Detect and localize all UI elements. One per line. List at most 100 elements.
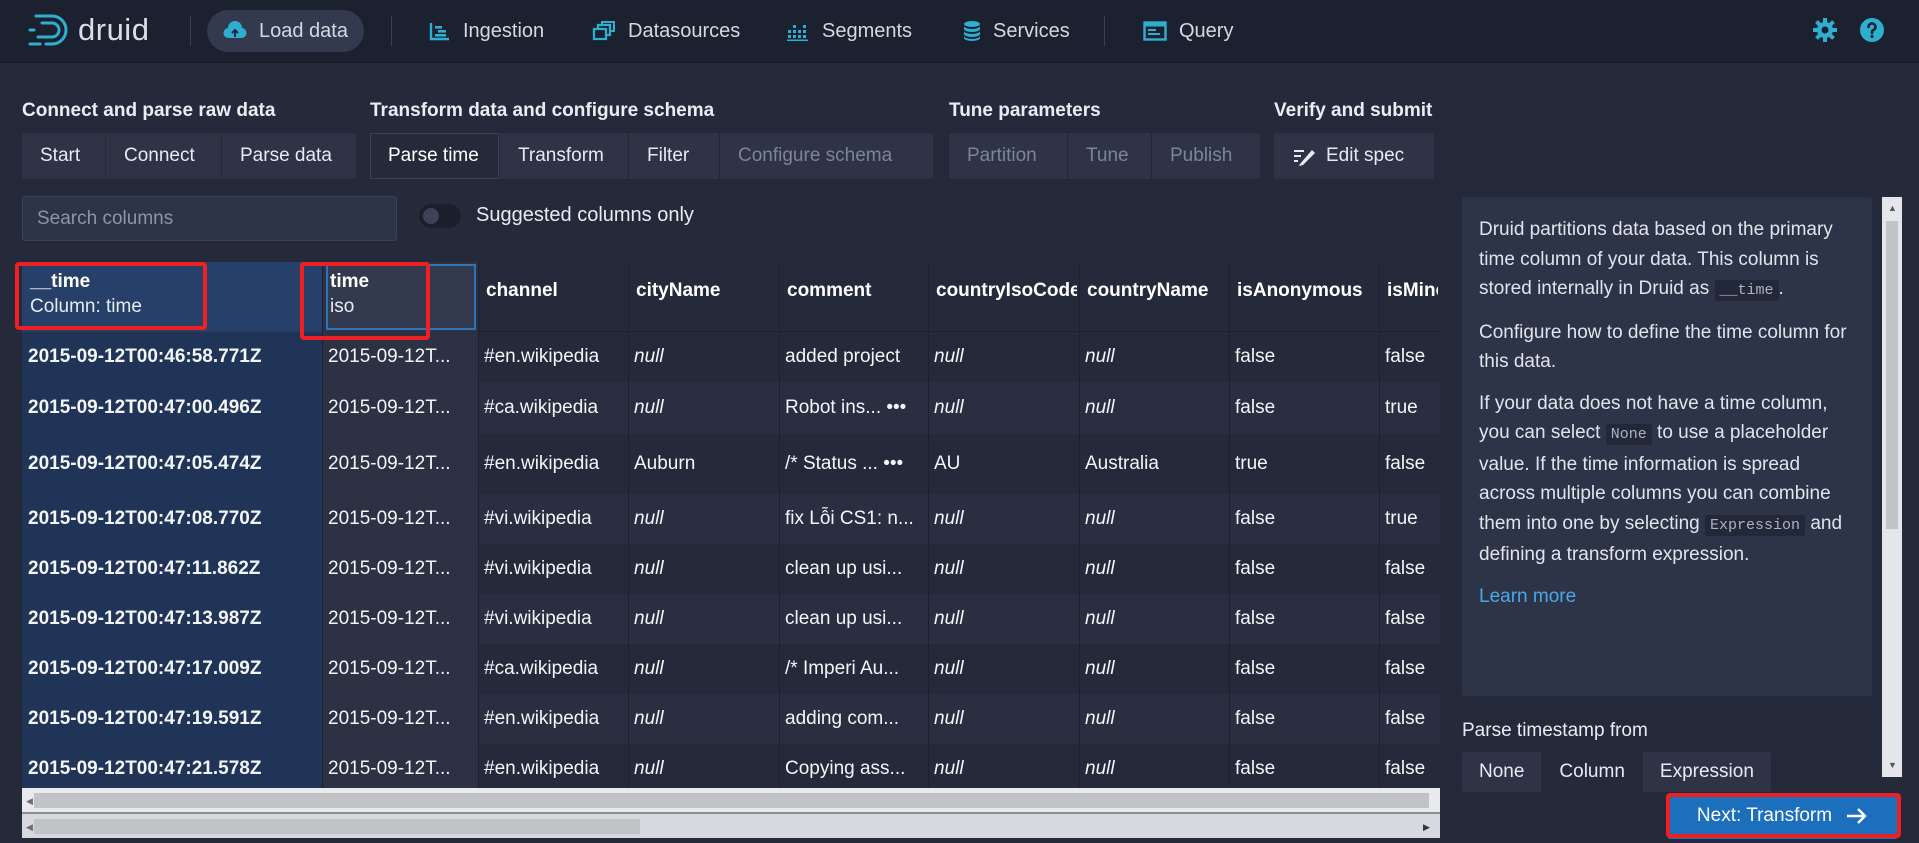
table-cell[interactable]: false (1229, 594, 1379, 644)
table-cell[interactable]: 2015-09-12T... (322, 694, 478, 744)
table-cell[interactable]: #ca.wikipedia (478, 644, 628, 694)
help-icon[interactable] (1859, 17, 1885, 43)
step-partition[interactable]: Partition (949, 133, 1068, 179)
table-cell[interactable]: 2015-09-12T... (322, 594, 478, 644)
scroll-thumb-upper[interactable] (34, 793, 1429, 808)
table-cell[interactable]: null (928, 494, 1079, 544)
table-cell[interactable]: false (1229, 644, 1379, 694)
table-cell[interactable]: null (628, 332, 779, 382)
table-cell[interactable]: null (928, 594, 1079, 644)
table-cell[interactable]: 2015-09-12T00:47:05.474Z (22, 434, 322, 494)
table-cell[interactable]: true (1229, 434, 1379, 494)
step-filter[interactable]: Filter (629, 133, 720, 179)
table-cell[interactable]: 2015-09-12T... (322, 382, 478, 434)
table-cell[interactable]: null (928, 644, 1079, 694)
parse-from-none-button[interactable]: None (1462, 752, 1543, 792)
table-cell[interactable]: false (1379, 594, 1440, 644)
step-start[interactable]: Start (22, 133, 106, 179)
nav-ingestion[interactable]: Ingestion (413, 10, 560, 52)
horizontal-scrollbar[interactable]: ◀ ◀ ▶ (22, 788, 1440, 838)
table-cell[interactable]: true (1379, 494, 1440, 544)
column-header-time[interactable]: time (324, 268, 476, 296)
table-cell[interactable]: null (1079, 544, 1229, 594)
suggested-columns-toggle[interactable] (419, 204, 461, 228)
parse-from-column-button[interactable]: Column (1542, 752, 1643, 792)
table-cell[interactable]: Robot ins... ••• (779, 382, 928, 434)
scroll-right-arrow-icon[interactable]: ▶ (1423, 822, 1430, 833)
table-cell[interactable]: false (1229, 694, 1379, 744)
table-cell[interactable]: 2015-09-12T00:47:13.987Z (22, 594, 322, 644)
table-cell[interactable]: null (928, 694, 1079, 744)
table-cell[interactable]: null (1079, 644, 1229, 694)
table-cell[interactable]: #vi.wikipedia (478, 544, 628, 594)
table-cell[interactable]: 2015-09-12T... (322, 494, 478, 544)
table-cell[interactable]: null (1079, 694, 1229, 744)
table-cell[interactable]: Copying ass... (779, 744, 928, 788)
learn-more-link[interactable]: Learn more (1479, 586, 1576, 607)
table-cell[interactable]: false (1379, 544, 1440, 594)
nav-load-data[interactable]: Load data (207, 10, 364, 52)
table-cell[interactable]: null (1079, 382, 1229, 434)
table-cell[interactable]: #en.wikipedia (478, 744, 628, 788)
step-transform[interactable]: Transform (500, 133, 629, 179)
next-transform-button[interactable]: Next: Transform (1668, 793, 1897, 839)
table-cell[interactable]: null (1079, 744, 1229, 788)
column-header-countryIsoCode[interactable]: countryIsoCode (930, 271, 1077, 311)
table-cell[interactable]: /* Status ... ••• (779, 434, 928, 494)
table-cell[interactable]: 2015-09-12T... (322, 644, 478, 694)
step-configure-schema[interactable]: Configure schema (720, 133, 933, 179)
nav-query[interactable]: Query (1127, 10, 1249, 52)
table-cell[interactable]: clean up usi... (779, 594, 928, 644)
table-cell[interactable]: null (1079, 594, 1229, 644)
table-cell[interactable]: adding com... (779, 694, 928, 744)
step-connect[interactable]: Connect (106, 133, 222, 179)
table-cell[interactable]: null (928, 382, 1079, 434)
table-cell[interactable]: null (928, 744, 1079, 788)
table-cell[interactable]: #en.wikipedia (478, 694, 628, 744)
table-cell[interactable]: false (1229, 382, 1379, 434)
table-cell[interactable]: null (628, 494, 779, 544)
column-header-countryName[interactable]: countryName (1081, 271, 1227, 311)
table-cell[interactable]: null (928, 332, 1079, 382)
table-cell[interactable]: false (1229, 544, 1379, 594)
table-cell[interactable]: 2015-09-12T00:47:17.009Z (22, 644, 322, 694)
table-cell[interactable]: #vi.wikipedia (478, 594, 628, 644)
table-cell[interactable]: null (1079, 494, 1229, 544)
table-cell[interactable]: Auburn (628, 434, 779, 494)
column-header-cityName[interactable]: cityName (630, 271, 777, 311)
column-header-time[interactable]: __time (24, 268, 320, 296)
table-cell[interactable]: false (1379, 332, 1440, 382)
table-cell[interactable]: 2015-09-12T... (322, 434, 478, 494)
scroll-left-arrow-icon[interactable]: ◀ (26, 796, 33, 807)
table-cell[interactable]: null (928, 544, 1079, 594)
search-columns-input[interactable] (22, 196, 397, 241)
druid-logo[interactable]: druid (28, 10, 149, 50)
table-cell[interactable]: #vi.wikipedia (478, 494, 628, 544)
table-cell[interactable]: false (1379, 694, 1440, 744)
nav-services[interactable]: Services (947, 10, 1086, 52)
table-cell[interactable]: 2015-09-12T00:47:11.862Z (22, 544, 322, 594)
vertical-scroll-thumb[interactable] (1886, 221, 1898, 529)
step-parse-time[interactable]: Parse time (370, 133, 500, 179)
table-cell[interactable]: 2015-09-12T00:47:08.770Z (22, 494, 322, 544)
table-cell[interactable]: clean up usi... (779, 544, 928, 594)
table-cell[interactable]: null (1079, 332, 1229, 382)
scroll-thumb[interactable] (34, 819, 640, 834)
table-cell[interactable]: #en.wikipedia (478, 434, 628, 494)
parse-from-expression-button[interactable]: Expression (1643, 752, 1772, 792)
column-header-isMinor[interactable]: isMinor (1381, 271, 1438, 311)
table-cell[interactable]: Australia (1079, 434, 1229, 494)
table-cell[interactable]: fix Lỗi CS1: n... (779, 494, 928, 544)
table-cell[interactable]: null (628, 544, 779, 594)
nav-segments[interactable]: Segments (770, 10, 928, 52)
gear-icon[interactable] (1812, 17, 1838, 43)
table-cell[interactable]: null (628, 744, 779, 788)
step-publish[interactable]: Publish (1152, 133, 1260, 179)
step-edit-spec[interactable]: Edit spec (1274, 133, 1434, 179)
table-cell[interactable]: false (1229, 332, 1379, 382)
table-cell[interactable]: AU (928, 434, 1079, 494)
table-cell[interactable]: false (1229, 744, 1379, 788)
table-cell[interactable]: /* Imperi Au... (779, 644, 928, 694)
nav-datasources[interactable]: Datasources (576, 10, 756, 52)
table-cell[interactable]: #en.wikipedia (478, 332, 628, 382)
